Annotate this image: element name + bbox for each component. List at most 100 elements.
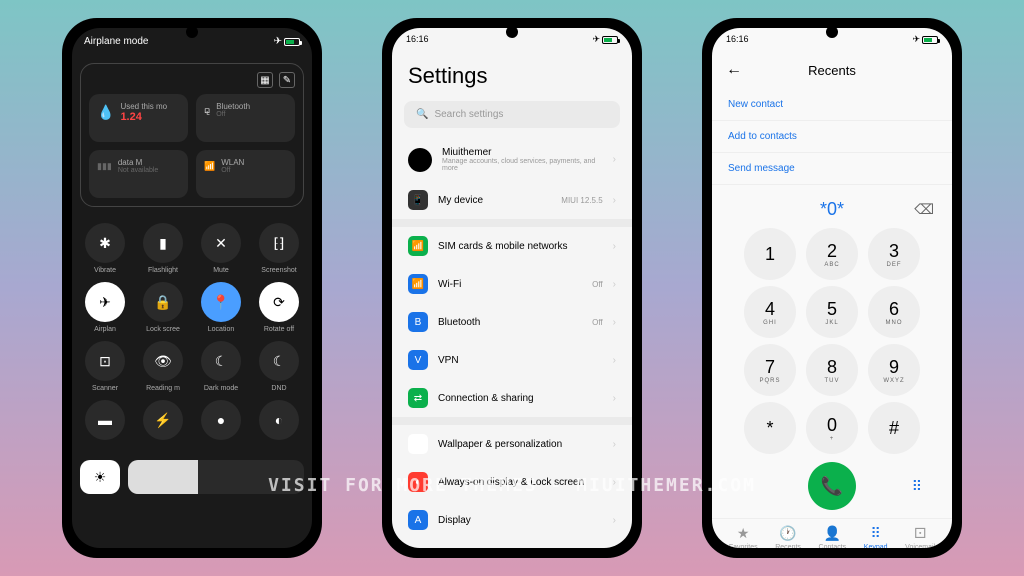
item-icon: A xyxy=(408,510,428,530)
quick-toggle[interactable]: 📍Location xyxy=(196,282,246,333)
toggle-icon: ☾ xyxy=(259,341,299,381)
quick-toggle[interactable]: ✱Vibrate xyxy=(80,223,130,274)
toggle-icon: ✱ xyxy=(85,223,125,263)
toggle-icon: ● xyxy=(201,400,241,440)
toggle-label: DND xyxy=(271,385,286,392)
toggle-icon: ▮ xyxy=(143,223,183,263)
item-label: Wi-Fi xyxy=(438,279,582,290)
settings-item[interactable]: BBluetoothOff› xyxy=(392,303,632,341)
battery-icon: ✈ xyxy=(912,34,938,45)
settings-item[interactable]: VVPN› xyxy=(392,341,632,379)
edit-icon[interactable]: ✎ xyxy=(279,72,295,88)
nav-label: Voicemail xyxy=(905,544,935,548)
nav-label: Keypad xyxy=(864,544,888,548)
contact-action[interactable]: Send message xyxy=(712,153,952,185)
quick-toggle[interactable]: ☾Dark mode xyxy=(196,341,246,392)
chevron-right-icon: › xyxy=(613,195,616,206)
dial-key[interactable]: 4GHI xyxy=(744,286,796,338)
quick-toggle[interactable]: ☾ DND xyxy=(254,341,304,392)
bluetooth-tile[interactable]: ⚼ Bluetooth Off xyxy=(196,94,295,142)
toggle-label: Reading m xyxy=(146,385,180,392)
dial-key[interactable]: # xyxy=(868,402,920,454)
nav-item[interactable]: 👤Contacts xyxy=(819,525,847,548)
wlan-tile[interactable]: 📶 WLAN Off xyxy=(196,150,295,198)
toggle-icon: 🔒 xyxy=(143,282,183,322)
chevron-right-icon: › xyxy=(613,515,616,526)
dial-key[interactable]: 7PQRS xyxy=(744,344,796,396)
toggle-label: Screenshot xyxy=(261,267,296,274)
item-label: Connection & sharing xyxy=(438,393,603,404)
item-label: VPN xyxy=(438,355,603,366)
watermark: VISIT FOR MORE THEMES - MIUITHEMER.COM xyxy=(268,475,756,496)
settings-item[interactable]: 📶Wi-FiOff› xyxy=(392,265,632,303)
item-label: Wallpaper & personalization xyxy=(438,439,603,450)
mobile-data-tile[interactable]: ▮▮▮ data M Not available xyxy=(89,150,188,198)
quick-toggle[interactable]: ● xyxy=(196,400,246,444)
toggle-icon: ✕ xyxy=(201,223,241,263)
toggle-icon: ⊡ xyxy=(85,341,125,381)
quick-toggle[interactable]: ▮ Flashlight xyxy=(138,223,188,274)
back-button[interactable]: ← xyxy=(726,61,742,79)
call-button[interactable]: 📞 xyxy=(808,462,856,510)
quick-toggle[interactable]: 👁 Reading m xyxy=(138,341,188,392)
chevron-right-icon: › xyxy=(613,355,616,366)
nav-item[interactable]: 🕐Recents xyxy=(775,525,801,548)
quick-toggle[interactable]: ✕Mute xyxy=(196,223,246,274)
chevron-right-icon: › xyxy=(613,241,616,252)
settings-item[interactable]: 🔊Sound & vibration› xyxy=(392,539,632,548)
quick-toggle[interactable]: ⊡Scanner xyxy=(80,341,130,392)
toggle-icon: ⟳ xyxy=(259,282,299,322)
toggle-label: Airplan xyxy=(94,326,116,333)
dial-key[interactable]: 1 xyxy=(744,228,796,280)
toggle-label: Rotate off xyxy=(264,326,294,333)
item-icon: ◧ xyxy=(408,434,428,454)
sim-icon[interactable]: ▦ xyxy=(257,72,273,88)
keypad-toggle-icon[interactable]: ⠿ xyxy=(912,478,922,495)
nav-item[interactable]: ⚀Voicemail xyxy=(905,525,935,548)
chevron-right-icon: › xyxy=(613,317,616,328)
toggle-icon: 👁 xyxy=(143,341,183,381)
device-icon: 📱 xyxy=(408,190,428,210)
dial-key[interactable]: * xyxy=(744,402,796,454)
settings-item[interactable]: ◧Wallpaper & personalization› xyxy=(392,425,632,463)
settings-item[interactable]: 📶SIM cards & mobile networks› xyxy=(392,227,632,265)
dial-key[interactable]: 3DEF xyxy=(868,228,920,280)
data-usage-tile[interactable]: 💧 Used this mo 1.24 xyxy=(89,94,188,142)
status-title: Airplane mode xyxy=(84,36,148,47)
dial-pad: 12ABC3DEF 4GHI5JKL6MNO 7PQRS8TUV9WXYZ *0+# xyxy=(712,228,952,454)
nav-item[interactable]: ⠿Keypad xyxy=(864,525,888,548)
quick-toggle[interactable]: ⚡ xyxy=(138,400,188,444)
nav-item[interactable]: ★Favorites xyxy=(729,525,758,548)
settings-item[interactable]: ⇄Connection & sharing› xyxy=(392,379,632,417)
item-label: Bluetooth xyxy=(438,317,582,328)
dial-key[interactable]: 9WXYZ xyxy=(868,344,920,396)
dial-key[interactable]: 0+ xyxy=(806,402,858,454)
brightness-auto-button[interactable]: ☀ xyxy=(80,460,120,494)
dial-key[interactable]: 5JKL xyxy=(806,286,858,338)
status-time: 16:16 xyxy=(726,34,749,45)
quick-toggle[interactable]: ✈Airplan xyxy=(80,282,130,333)
backspace-button[interactable]: ⌫ xyxy=(914,201,934,218)
quick-toggle[interactable]: ▬ xyxy=(80,400,130,444)
battery-icon: ✈ xyxy=(592,34,618,45)
dialed-number: *0* ⌫ xyxy=(712,185,952,228)
contact-action[interactable]: Add to contacts xyxy=(712,121,952,153)
my-device-item[interactable]: 📱 My device MIUI 12.5.5 › xyxy=(392,181,632,219)
toggle-label: Flashlight xyxy=(148,267,178,274)
contact-action[interactable]: New contact xyxy=(712,89,952,121)
search-input[interactable]: 🔍Search settings xyxy=(404,101,620,128)
quick-toggle[interactable]: ⟳ Rotate off xyxy=(254,282,304,333)
nav-label: Recents xyxy=(775,544,801,548)
item-label: SIM cards & mobile networks xyxy=(438,241,603,252)
page-title: Recents xyxy=(808,63,856,78)
quick-toggle[interactable]: 🔒Lock scree xyxy=(138,282,188,333)
account-item[interactable]: MiuithemerManage accounts, cloud service… xyxy=(392,138,632,181)
dial-key[interactable]: 6MNO xyxy=(868,286,920,338)
dial-key[interactable]: 2ABC xyxy=(806,228,858,280)
dial-key[interactable]: 8TUV xyxy=(806,344,858,396)
quick-toggle[interactable]: ⁅⁆Screenshot xyxy=(254,223,304,274)
quick-toggle[interactable]: ◐ xyxy=(254,400,304,444)
item-value: Off xyxy=(592,280,603,289)
item-icon: 📶 xyxy=(408,274,428,294)
settings-item[interactable]: ADisplay› xyxy=(392,501,632,539)
